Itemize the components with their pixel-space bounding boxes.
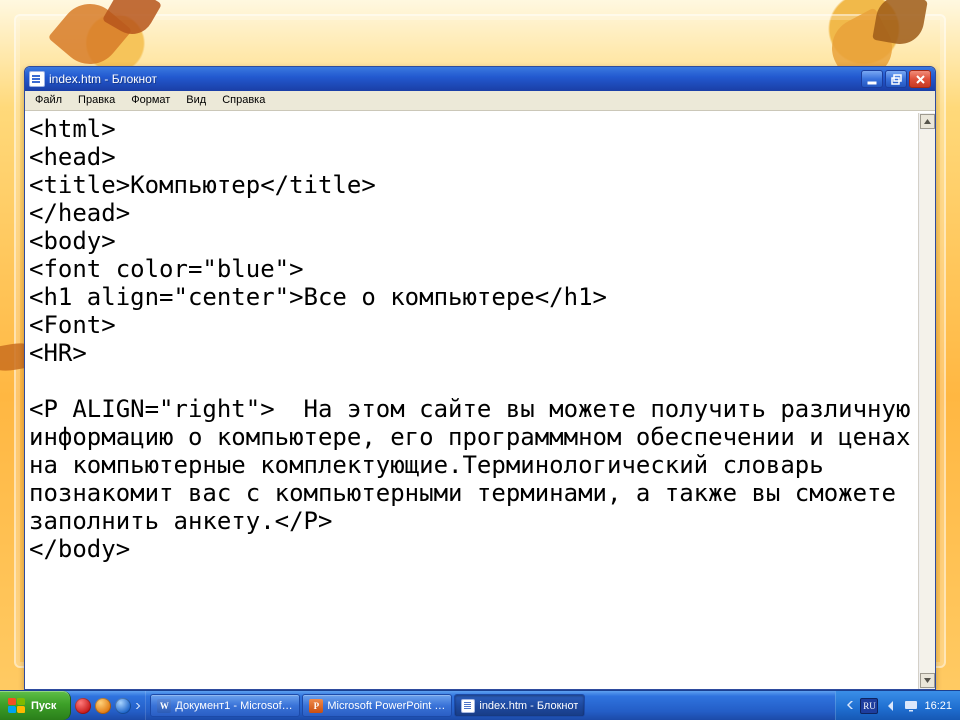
quick-launch-icon[interactable] [95, 698, 111, 714]
chevron-right-icon [135, 702, 141, 710]
scroll-up-button[interactable] [920, 114, 935, 129]
ppt-icon [309, 699, 323, 713]
taskbar-item-label: index.htm - Блокнот [479, 700, 578, 712]
language-indicator[interactable]: RU [860, 698, 878, 714]
tray-icon[interactable] [884, 699, 898, 713]
taskbar-item[interactable]: Документ1 - Microsoft ... [150, 694, 300, 717]
menu-file[interactable]: Файл [27, 91, 70, 110]
text-editor[interactable]: <html> <head> <title>Компьютер</title> <… [25, 113, 918, 689]
decoration-leaf [872, 0, 928, 48]
quick-launch-expand[interactable] [135, 691, 141, 720]
titlebar[interactable]: index.htm - Блокнот [25, 67, 935, 91]
scroll-track[interactable] [920, 130, 935, 673]
notepad-icon [29, 71, 45, 87]
tray-icon[interactable] [904, 699, 918, 713]
start-button[interactable]: Пуск [0, 691, 71, 720]
np-icon [461, 699, 475, 713]
minimize-icon [867, 74, 878, 85]
chevron-up-icon [923, 117, 932, 126]
taskbar-tasks: Документ1 - Microsoft ... Microsoft Power… [146, 691, 835, 720]
word-icon [157, 699, 171, 713]
menu-help[interactable]: Справка [214, 91, 273, 110]
scroll-down-button[interactable] [920, 673, 935, 688]
window-controls [861, 70, 931, 88]
taskbar-item[interactable]: Microsoft PowerPoint - [... [302, 694, 452, 717]
vertical-scrollbar[interactable] [918, 113, 935, 689]
taskbar-item-label: Документ1 - Microsoft ... [175, 700, 293, 712]
start-label: Пуск [31, 700, 56, 712]
taskbar: Пуск Документ1 - Microsoft ... Microsoft … [0, 690, 960, 720]
tray-expand[interactable] [846, 700, 854, 712]
window-title: index.htm - Блокнот [49, 72, 861, 86]
notepad-window: index.htm - Блокнот Файл Правка Формат В… [24, 66, 936, 690]
display-icon [904, 699, 918, 713]
menu-edit[interactable]: Правка [70, 91, 123, 110]
menu-format[interactable]: Формат [123, 91, 178, 110]
taskbar-item[interactable]: index.htm - Блокнот [454, 694, 585, 717]
menubar: Файл Правка Формат Вид Справка [25, 91, 935, 111]
minimize-button[interactable] [861, 70, 883, 88]
chevron-down-icon [923, 676, 932, 685]
quick-launch [71, 691, 146, 720]
restore-icon [891, 74, 902, 85]
taskbar-item-label: Microsoft PowerPoint - [... [327, 700, 445, 712]
chevron-left-icon [846, 701, 854, 709]
restore-button[interactable] [885, 70, 907, 88]
close-button[interactable] [909, 70, 931, 88]
windows-logo-icon [8, 698, 26, 714]
close-icon [915, 74, 926, 85]
editor-area: <html> <head> <title>Компьютер</title> <… [25, 111, 935, 689]
system-tray: RU 16:21 [835, 691, 960, 720]
quick-launch-icon[interactable] [115, 698, 131, 714]
chevron-left-icon [884, 699, 898, 713]
quick-launch-icon[interactable] [75, 698, 91, 714]
menu-view[interactable]: Вид [178, 91, 214, 110]
taskbar-clock[interactable]: 16:21 [924, 700, 952, 712]
